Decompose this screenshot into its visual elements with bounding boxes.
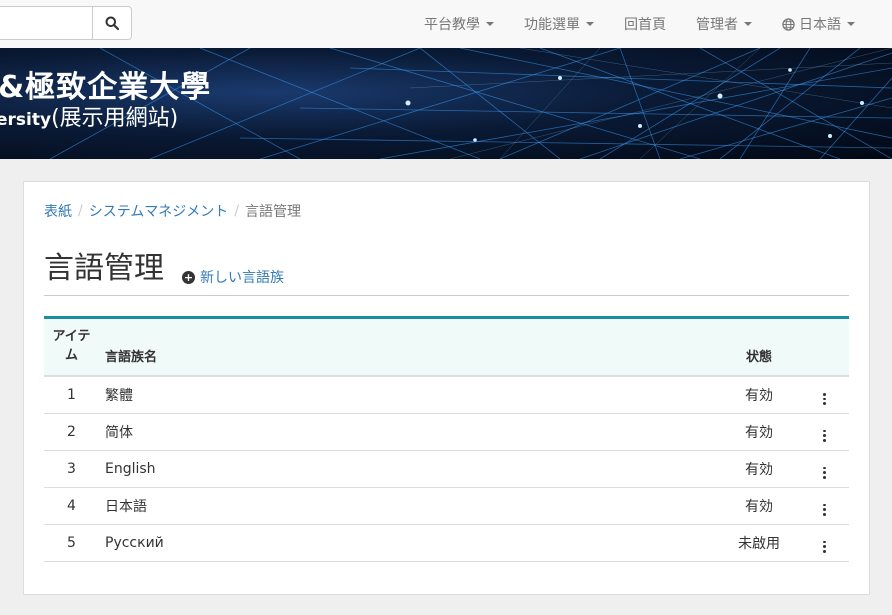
more-vertical-icon[interactable] [822,392,826,406]
globe-icon [782,17,795,31]
banner-subtitle: ersity(展示用網站) [0,100,178,132]
row-index: 1 [44,376,99,414]
search-form [0,6,132,40]
top-navbar: 平台教學 功能選單 回首頁 管理者 日本語 [0,0,892,48]
breadcrumb-separator: / [78,203,83,219]
nav-function-menu-dropdown[interactable]: 功能選單 [509,0,609,48]
content-panel: 表紙 / システムマネジメント / 言語管理 言語管理 + 新しい言語族 アイテ… [23,181,870,595]
header-item-label: アイテム [52,329,91,363]
caret-down-icon [744,22,752,26]
language-table-wrap: アイテム 言語族名 状態 1 繁體 有効 2 简体 有効 3 English 有… [44,316,849,562]
caret-down-icon [847,22,855,26]
row-status: 有効 [719,413,799,451]
row-name: 日本語 [99,487,719,525]
site-banner: &極致企業大學 ersity(展示用網站) [0,48,892,159]
header-item: アイテム [44,317,99,377]
row-actions [799,524,849,562]
nav-language-dropdown[interactable]: 日本語 [767,0,892,48]
row-status: 有効 [719,376,799,414]
row-status: 未啟用 [719,524,799,562]
nav-item-label: 回首頁 [624,17,666,33]
breadcrumb-link-system-management[interactable]: システムマネジメント [89,201,229,221]
nav-item-label: 平台教學 [424,17,480,33]
nav-home-link[interactable]: 回首頁 [609,0,681,48]
row-index: 5 [44,524,99,562]
table-row[interactable]: 5 Русский 未啟用 [44,524,849,562]
nav-menu: 平台教學 功能選單 回首頁 管理者 日本語 [409,0,892,48]
language-table: アイテム 言語族名 状態 1 繁體 有効 2 简体 有効 3 English 有… [44,316,849,562]
new-language-family-link[interactable]: + 新しい言語族 [182,267,284,287]
row-status: 有効 [719,450,799,488]
banner-subtitle-latin: ersity [0,110,52,130]
row-index: 2 [44,413,99,451]
more-vertical-icon[interactable] [822,429,826,443]
row-index: 3 [44,450,99,488]
table-row[interactable]: 2 简体 有効 [44,413,849,451]
row-index: 4 [44,487,99,525]
more-vertical-icon[interactable] [822,540,826,554]
caret-down-icon [586,22,594,26]
header-actions [799,317,849,377]
breadcrumb: 表紙 / システムマネジメント / 言語管理 [44,201,301,221]
table-row[interactable]: 4 日本語 有効 [44,487,849,525]
row-actions [799,450,849,488]
more-vertical-icon[interactable] [822,503,826,517]
row-name: 繁體 [99,376,719,414]
breadcrumb-current: 言語管理 [245,204,302,220]
plus-circle-icon: + [182,270,195,284]
nav-tutorial-dropdown[interactable]: 平台教學 [409,0,509,48]
search-input[interactable] [0,6,92,40]
breadcrumb-separator: / [234,203,240,219]
breadcrumb-link-home[interactable]: 表紙 [44,201,72,221]
nav-item-label: 日本語 [799,17,841,33]
table-row[interactable]: 1 繁體 有効 [44,376,849,414]
row-actions [799,487,849,525]
row-name: 简体 [99,413,719,451]
row-actions [799,413,849,451]
row-name: English [99,450,719,488]
nav-admin-dropdown[interactable]: 管理者 [681,0,767,48]
page-title: 言語管理 [44,251,164,286]
header-language-family-name: 言語族名 [99,317,719,377]
search-button[interactable] [92,6,132,40]
row-actions [799,376,849,414]
caret-down-icon [486,22,494,26]
header-status: 状態 [719,317,799,377]
page-header: 言語管理 + 新しい言語族 [44,250,849,296]
banner-subtitle-cjk: (展示用網站) [51,106,179,131]
row-name: Русский [99,524,719,562]
more-vertical-icon[interactable] [822,466,826,480]
table-header-row: アイテム 言語族名 状態 [44,317,849,377]
table-row[interactable]: 3 English 有効 [44,450,849,488]
search-icon [105,16,119,30]
row-status: 有効 [719,487,799,525]
nav-item-label: 管理者 [696,17,738,33]
new-language-family-label: 新しい言語族 [200,270,284,286]
nav-item-label: 功能選單 [524,17,580,33]
